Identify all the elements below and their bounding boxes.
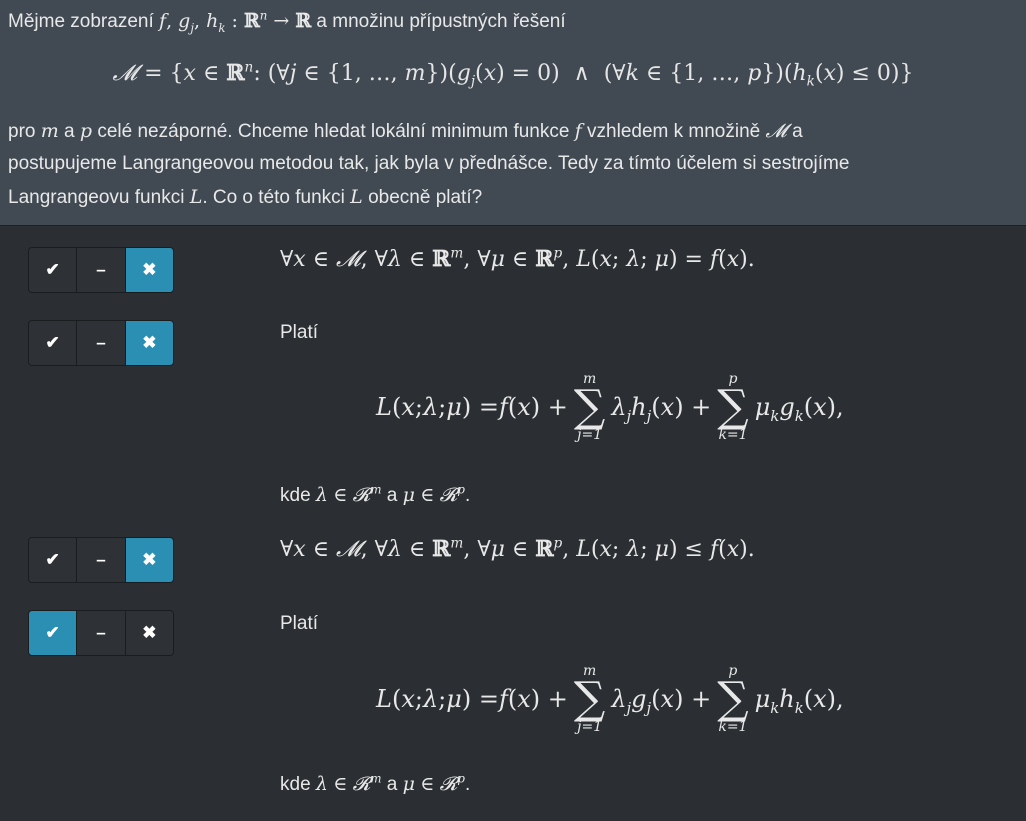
answer-toggle-4: ✔ – ✖	[28, 610, 174, 656]
no-button[interactable]: ✖	[125, 538, 173, 582]
no-button[interactable]: ✖	[125, 611, 173, 655]
option-2-kde: kde λ ∈ 𝓡m a μ ∈ 𝓡p.	[280, 482, 471, 506]
answer-toggle-2: ✔ – ✖	[28, 320, 174, 366]
no-button[interactable]: ✖	[125, 321, 173, 365]
no-button[interactable]: ✖	[125, 248, 173, 292]
neutral-button[interactable]: –	[77, 611, 126, 655]
option-1-statement: ∀x ∈ 𝓜, ∀λ ∈ ℝm, ∀μ ∈ ℝp, L(x; λ; μ) = f…	[280, 245, 755, 272]
option-3-statement: ∀x ∈ 𝓜, ∀λ ∈ ℝm, ∀μ ∈ ℝp, L(x; λ; μ) ≤ f…	[280, 535, 755, 562]
question-header: Mějme zobrazení f, gj, hk : ℝn → ℝ a mno…	[0, 0, 1026, 226]
yes-button[interactable]: ✔	[29, 611, 78, 655]
neutral-button[interactable]: –	[77, 321, 126, 365]
question-line-4: postupujeme Langrangeovou metodou tak, j…	[8, 153, 850, 174]
option-4-label: Platí	[280, 613, 319, 634]
yes-button[interactable]: ✔	[29, 538, 78, 582]
answer-toggle-3: ✔ – ✖	[28, 537, 174, 583]
neutral-button[interactable]: –	[77, 248, 126, 292]
question-line-1: Mějme zobrazení f, gj, hk : ℝn → ℝ a mno…	[8, 8, 566, 35]
answer-toggle-1: ✔ – ✖	[28, 247, 174, 293]
question-line-3: pro m a p celé nezáporné. Chceme hledat …	[8, 120, 803, 142]
option-2-label: Platí	[280, 322, 319, 343]
yes-button[interactable]: ✔	[29, 321, 78, 365]
option-4-formula: L(x; λ; μ) = f(x) + m ∑ j=1 λjgj(x) + p ∑ k=…	[376, 663, 844, 735]
neutral-button[interactable]: –	[77, 538, 126, 582]
question-line-5: Langrangeovu funkci L. Co o této funkci …	[8, 186, 483, 208]
option-4-kde: kde λ ∈ 𝓡m a μ ∈ 𝓡p.	[280, 771, 471, 795]
option-2-formula: L(x; λ; μ) = f(x) + m ∑ j=1 λjhj(x) + p ∑ k=…	[376, 371, 844, 443]
feasible-set-formula: 𝓜 = {x ∈ ℝn: (∀j ∈ {1, …, m})(gj(x) = 0)…	[112, 59, 914, 90]
yes-button[interactable]: ✔	[29, 248, 78, 292]
